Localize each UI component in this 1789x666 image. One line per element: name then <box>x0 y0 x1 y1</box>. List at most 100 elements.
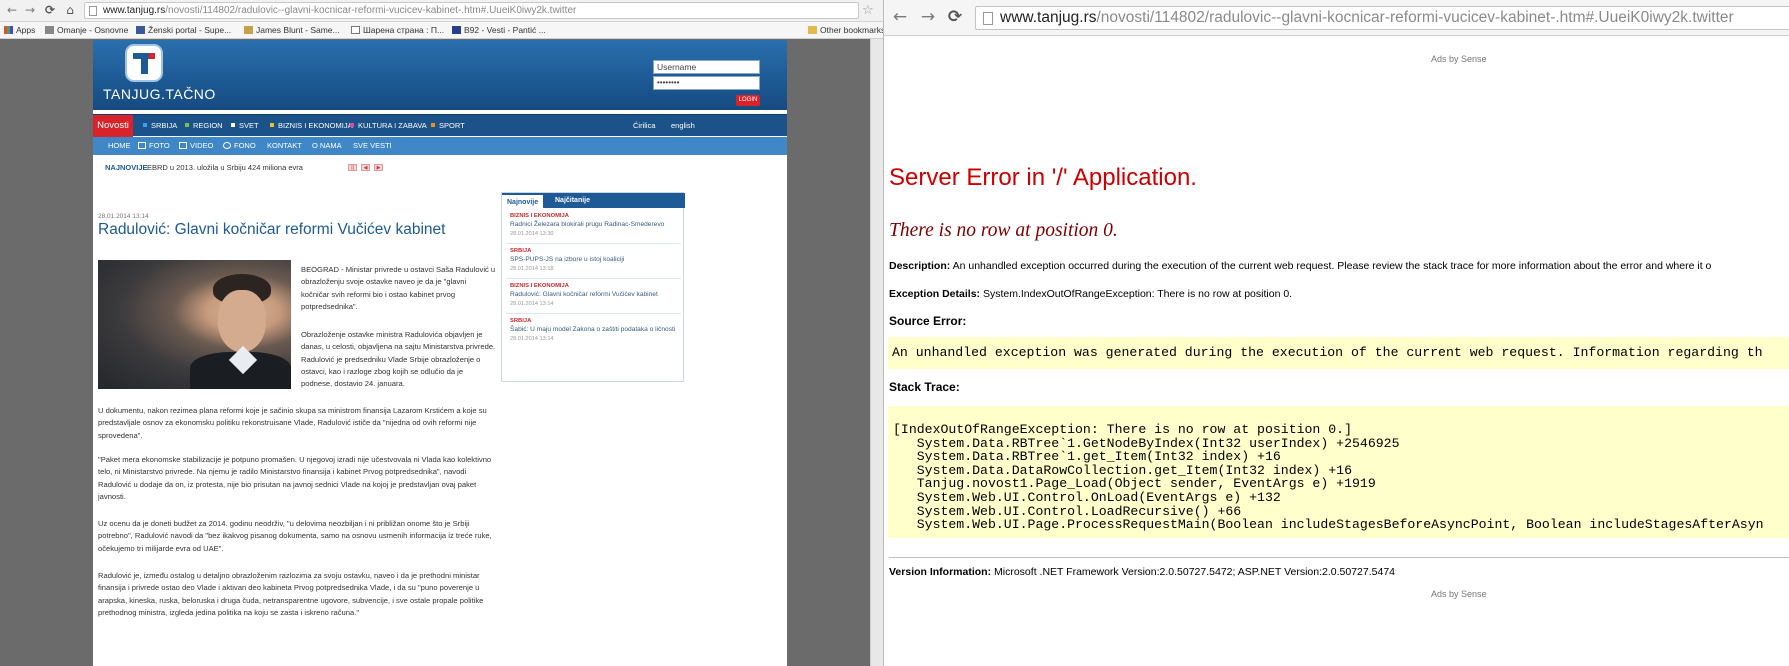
bookmark-label: Other bookmarks <box>820 25 883 35</box>
source-error-box: An unhandled exception was generated dur… <box>888 337 1789 369</box>
menu-item-novosti[interactable]: Novosti <box>93 115 133 137</box>
submenu-sve-vesti[interactable]: SVE VESTI <box>353 137 392 155</box>
sidebar-news-item[interactable]: BIZNIS I EKONOMIJA Radulović: Glavni koč… <box>510 282 680 309</box>
bookmark-label: Ženski portal - Supe... <box>148 25 232 35</box>
news-date: 28.01.2014 13:14 <box>510 335 554 342</box>
bookmark-item[interactable]: Omanje - Osnovne <box>45 22 128 38</box>
stack-trace-box: [IndexOutOfRangeException: There is no r… <box>888 406 1789 538</box>
ads-label[interactable]: Ads by Sense <box>1431 54 1487 64</box>
divider <box>506 278 681 279</box>
url-path: /novosti/114802/radulovic--glavni-kocnic… <box>1096 9 1734 26</box>
password-input[interactable]: •••••••• <box>653 76 760 90</box>
menu-item-biznis[interactable]: BIZNIS I EKONOMIJA <box>270 115 353 137</box>
bookmark-star-icon[interactable]: ☆ <box>862 3 874 18</box>
ticker-next-icon[interactable]: ▶ <box>374 164 383 171</box>
article-date: 28.01.2014 13:14 <box>98 213 149 220</box>
bookmark-label: James Blunt - Same... <box>256 25 340 35</box>
left-scrollbar[interactable] <box>870 39 883 666</box>
news-headline[interactable]: Radulović: Glavni kočničar reformi Vučić… <box>510 290 680 300</box>
site-brand[interactable]: TANJUG.TAČNO <box>103 86 216 102</box>
news-category: SRBIJA <box>510 248 532 254</box>
tanjug-logo-icon[interactable] <box>127 46 161 80</box>
bookmark-item[interactable]: Ženski portal - Supe... <box>136 22 231 38</box>
bookmark-label: Шарена страна : П... <box>363 25 445 35</box>
bookmark-apps[interactable]: Apps <box>4 22 35 38</box>
page-icon <box>351 26 360 34</box>
left-address-bar[interactable]: www.tanjug.rs/novosti/114802/radulovic--… <box>84 2 859 19</box>
folder-icon <box>808 26 817 34</box>
video-icon <box>179 142 187 149</box>
submenu-home[interactable]: HOME <box>108 137 131 155</box>
divider <box>506 313 681 314</box>
back-icon[interactable]: ← <box>889 6 911 28</box>
news-headline[interactable]: Šabić: U maju model Zakona o zaštiti pod… <box>510 325 680 335</box>
version-label: Version Information: <box>889 566 992 578</box>
submenu-kontakt[interactable]: KONTAKT <box>267 137 302 155</box>
ticker-label: NAJNOVIJE <box>105 163 148 172</box>
news-ticker: NAJNOVIJE EBRD u 2013. uložila u Srbiju … <box>93 156 787 180</box>
ticker-headline[interactable]: EBRD u 2013. uložila u Srbiju 424 milion… <box>147 156 303 180</box>
bookmark-item[interactable]: Шарена страна : П... <box>351 22 444 38</box>
reload-icon[interactable]: ⟳ <box>944 6 966 28</box>
sidebar-news-item[interactable]: BIZNIS I EKONOMIJA Radnici Železara blok… <box>510 212 680 239</box>
error-message: There is no row at position 0. <box>889 220 1118 241</box>
article-paragraph: Radulović je, između ostalog u detaljno … <box>98 571 484 617</box>
home-icon[interactable]: ⌂ <box>62 2 78 18</box>
screenshot-root: ← → ⟳ ⌂ www.tanjug.rs/novosti/114802/rad… <box>0 0 1789 666</box>
menu-item-region[interactable]: REGION <box>185 115 223 137</box>
menu-item-sport[interactable]: SPORT <box>431 115 465 137</box>
news-headline[interactable]: Radnici Železara blokirali prugu Radinac… <box>510 220 680 230</box>
news-date: 28.01.2014 13:30 <box>510 230 554 237</box>
submenu-video[interactable]: VIDEO <box>179 137 213 155</box>
ticker-prev-icon[interactable]: ◀ <box>361 164 370 171</box>
url-domain: www.tanjug.rs <box>1000 9 1097 26</box>
main-menu: Novosti SRBIJA REGION SVET BIZNIS I EKON… <box>93 114 787 137</box>
version-text: Microsoft .NET Framework Version:2.0.507… <box>994 566 1395 578</box>
forward-icon[interactable]: → <box>917 6 939 28</box>
version-information: Version Information: Microsoft .NET Fram… <box>889 566 1395 578</box>
menu-item-english[interactable]: english <box>671 115 695 137</box>
menu-item-svet[interactable]: SVET <box>231 115 259 137</box>
description-label: Description: <box>889 260 951 272</box>
stack-trace-label: Stack Trace: <box>889 380 960 394</box>
tanjug-page: TANJUG.TAČNO Username •••••••• LOGIN Nov… <box>93 40 787 666</box>
bookmark-label: B92 - Vesti - Pantić ... <box>464 25 546 35</box>
bookmark-item[interactable]: B92 - Vesti - Pantić ... <box>452 22 546 38</box>
other-bookmarks[interactable]: Other bookmarks <box>808 22 883 38</box>
left-browser-toolbar: ← → ⟳ ⌂ www.tanjug.rs/novosti/114802/rad… <box>0 0 883 22</box>
username-input[interactable]: Username <box>653 60 760 74</box>
menu-item-srbija[interactable]: SRBIJA <box>143 115 177 137</box>
reload-icon[interactable]: ⟳ <box>42 2 58 18</box>
left-browser-window: ← → ⟳ ⌂ www.tanjug.rs/novosti/114802/rad… <box>0 0 883 666</box>
ads-label[interactable]: Ads by Sense <box>1431 589 1487 599</box>
submenu-o-nama[interactable]: O NAMA <box>312 137 342 155</box>
sidebar-tabs: Najnovije Najčitanije <box>502 193 685 208</box>
error-description: Description: An unhandled exception occu… <box>889 260 1711 272</box>
back-icon[interactable]: ← <box>4 2 20 18</box>
exception-text: System.IndexOutOfRangeException: There i… <box>982 288 1293 300</box>
site-icon <box>136 26 145 34</box>
photo-icon <box>138 142 146 149</box>
submenu-foto[interactable]: FOTO <box>138 137 170 155</box>
submenu-fono[interactable]: FONO <box>223 137 256 155</box>
apps-icon <box>4 26 13 34</box>
news-date: 28.01.2014 13:18 <box>510 265 554 272</box>
menu-item-kultura[interactable]: KULTURA I ZABAVA <box>350 115 427 137</box>
tab-najnovije[interactable]: Najnovije <box>502 193 544 208</box>
menu-item-cirilica[interactable]: Ćirilica <box>633 115 656 137</box>
exception-details: Exception Details: System.IndexOutOfRang… <box>889 288 1292 300</box>
bookmark-item[interactable]: James Blunt - Same... <box>244 22 340 38</box>
forward-icon[interactable]: → <box>22 2 38 18</box>
right-address-bar[interactable]: www.tanjug.rs/novosti/114802/radulovic--… <box>975 6 1789 30</box>
tab-najcitanije[interactable]: Najčitanije <box>550 193 595 208</box>
ticker-pause-icon[interactable]: || <box>348 164 357 171</box>
article-photo <box>98 260 291 389</box>
sub-menu: HOME FOTO VIDEO FONO KONTAKT O NAMA SVE … <box>93 137 787 155</box>
sidebar-news-item[interactable]: SRBIJA SPS-PUPS-JS na izbore u istoj koa… <box>510 247 680 274</box>
news-headline[interactable]: SPS-PUPS-JS na izbore u istoj koaliciji <box>510 255 680 265</box>
sidebar-news-item[interactable]: SRBIJA Šabić: U maju model Zakona o zašt… <box>510 317 680 344</box>
microphone-icon <box>223 142 231 149</box>
right-browser-toolbar: ← → ⟳ www.tanjug.rs/novosti/114802/radul… <box>884 0 1789 36</box>
url-path: /novosti/114802/radulovic--glavni-kocnic… <box>165 5 577 16</box>
login-button[interactable]: LOGIN <box>736 95 760 106</box>
